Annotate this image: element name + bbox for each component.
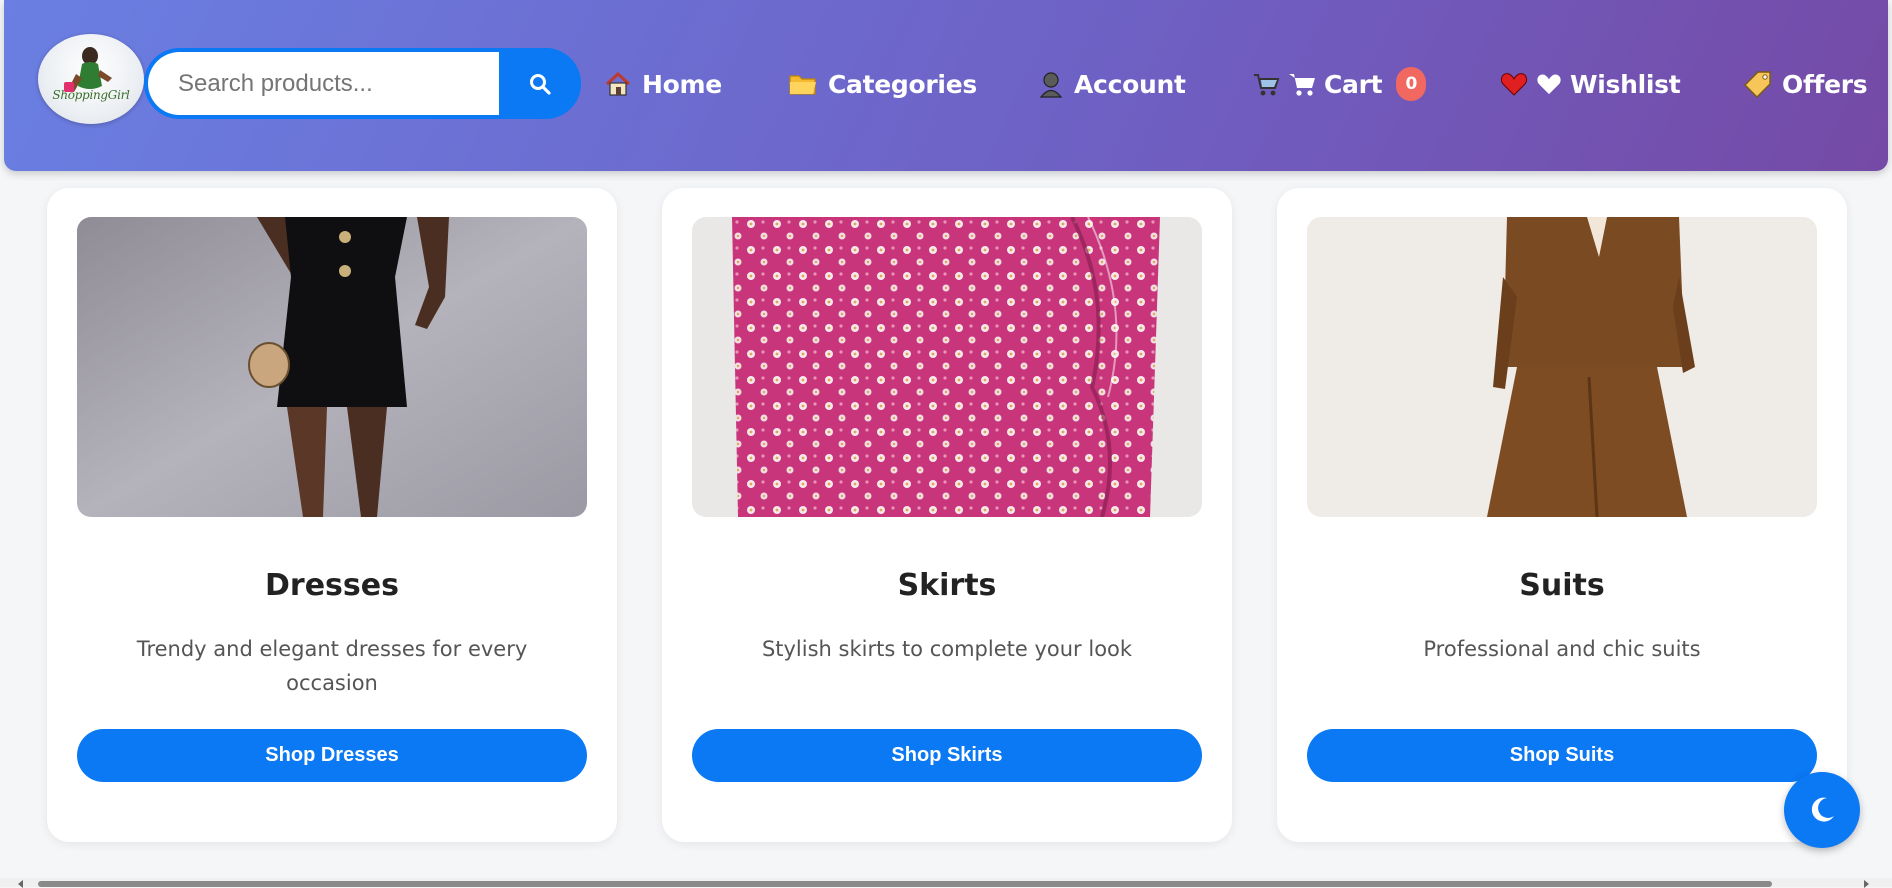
nav-home-label: Home xyxy=(642,69,722,99)
nav-categories-label: Categories xyxy=(828,69,977,99)
search-bar xyxy=(144,48,581,119)
user-icon xyxy=(1038,70,1064,98)
card-title: Skirts xyxy=(897,568,997,603)
logo-text: ShoppingGirl xyxy=(52,88,130,102)
suits-image xyxy=(1307,217,1817,517)
nav-offers[interactable]: Offers xyxy=(1744,66,1868,102)
nav-cart[interactable]: Cart 0 xyxy=(1252,66,1427,102)
nav-categories[interactable]: Categories xyxy=(788,66,977,102)
category-card-suits: Suits Professional and chic suits Shop S… xyxy=(1277,188,1847,842)
house-icon xyxy=(604,70,632,98)
top-navbar: ShoppingGirl Home Categories xyxy=(4,0,1888,171)
category-card-dresses: Dresses Trendy and elegant dresses for e… xyxy=(47,188,617,842)
horizontal-scrollbar[interactable] xyxy=(0,878,1892,888)
category-card-skirts: Skirts Stylish skirts to complete your l… xyxy=(662,188,1232,842)
card-description: Trendy and elegant dresses for every occ… xyxy=(136,637,528,695)
cart-emoji-icon xyxy=(1252,70,1280,98)
card-description: Stylish skirts to complete your look xyxy=(761,637,1133,661)
shop-skirts-button[interactable]: Shop Skirts xyxy=(692,729,1202,782)
nav-account[interactable]: Account xyxy=(1038,66,1186,102)
nav-home[interactable]: Home xyxy=(604,66,722,102)
shop-dresses-button[interactable]: Shop Dresses xyxy=(77,729,587,782)
tag-icon xyxy=(1744,70,1772,98)
search-icon xyxy=(530,73,551,95)
nav-cart-label: Cart xyxy=(1324,69,1383,99)
nav-offers-label: Offers xyxy=(1782,69,1868,99)
dresses-image xyxy=(77,217,587,517)
search-button[interactable] xyxy=(499,48,581,119)
nav-wishlist[interactable]: Wishlist xyxy=(1500,66,1681,102)
dark-mode-toggle[interactable] xyxy=(1784,772,1860,848)
scrollbar-thumb[interactable] xyxy=(38,881,1772,887)
red-heart-icon xyxy=(1500,71,1528,97)
cart-count-badge: 0 xyxy=(1396,67,1427,101)
skirts-image xyxy=(692,217,1202,517)
nav-account-label: Account xyxy=(1074,69,1186,99)
card-description: Professional and chic suits xyxy=(1423,637,1701,661)
card-title: Dresses xyxy=(265,568,399,603)
heart-icon xyxy=(1536,72,1562,96)
folder-icon xyxy=(788,71,818,97)
logo-figure-icon xyxy=(64,47,112,92)
cart-icon xyxy=(1288,71,1316,97)
shop-suits-button[interactable]: Shop Suits xyxy=(1307,729,1817,782)
card-title: Suits xyxy=(1519,568,1605,603)
nav-wishlist-label: Wishlist xyxy=(1570,69,1681,99)
moon-icon xyxy=(1811,797,1834,822)
search-input[interactable] xyxy=(148,52,499,115)
brand-logo[interactable]: ShoppingGirl xyxy=(38,34,144,124)
